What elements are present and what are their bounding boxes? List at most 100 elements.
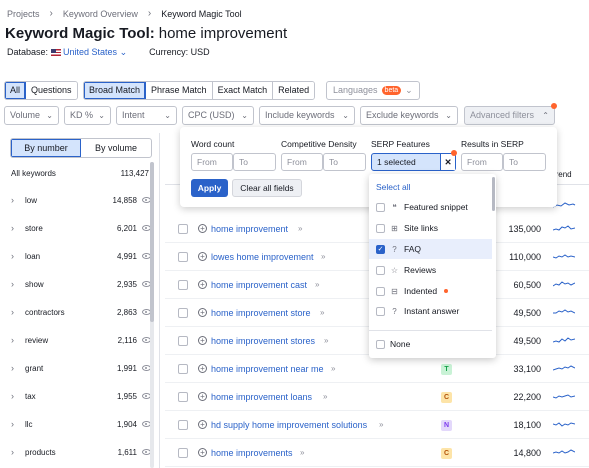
intent-filter[interactable]: Intent ⌄ [116, 106, 177, 125]
double-chevron-icon[interactable]: » [323, 392, 327, 401]
chevron-right-icon[interactable]: › [11, 251, 25, 261]
dropdown-scrollbar[interactable] [492, 177, 495, 211]
languages-dropdown[interactable]: Languages beta ⌄ [326, 81, 420, 100]
option-checkbox[interactable] [376, 265, 385, 275]
sidebar-item-llc[interactable]: › llc 1,904 [11, 418, 151, 430]
add-to-list-icon[interactable]: + [198, 224, 207, 233]
row-checkbox[interactable] [178, 448, 188, 458]
double-chevron-icon[interactable]: » [298, 224, 302, 233]
row-checkbox[interactable] [178, 224, 188, 234]
database-value[interactable]: United States [63, 47, 117, 57]
row-checkbox[interactable] [178, 308, 188, 318]
keyword-link[interactable]: lowes home improvement [211, 252, 314, 262]
exclude-keywords-filter[interactable]: Exclude keywords ⌄ [360, 106, 458, 125]
chevron-right-icon[interactable]: › [11, 223, 25, 233]
sidebar-item-tax[interactable]: › tax 1,955 [11, 390, 151, 402]
sidebar-item-products[interactable]: › products 1,611 [11, 446, 151, 458]
include-keywords-filter[interactable]: Include keywords ⌄ [259, 106, 355, 125]
volume-filter[interactable]: Volume ⌄ [4, 106, 59, 125]
advanced-filters-dropdown[interactable]: Advanced filters ⌃ [464, 106, 555, 125]
double-chevron-icon[interactable]: » [324, 336, 328, 345]
double-chevron-icon[interactable]: » [379, 420, 383, 429]
chevron-right-icon[interactable]: › [11, 419, 25, 429]
clear-selection-icon[interactable]: ✕ [440, 154, 455, 170]
option-checkbox[interactable] [376, 306, 385, 316]
option-checkbox[interactable] [376, 339, 385, 349]
keyword-link[interactable]: home improvement [211, 224, 288, 234]
add-to-list-icon[interactable]: + [198, 308, 207, 317]
sidebar-item-grant[interactable]: › grant 1,991 [11, 362, 151, 374]
chevron-right-icon[interactable]: › [11, 279, 25, 289]
sidebar-scrollbar-thumb[interactable] [150, 162, 154, 322]
keyword-link[interactable]: home improvement store [211, 308, 311, 318]
by-number-button[interactable]: By number [11, 139, 81, 157]
serp-option-reviews[interactable]: ☆ Reviews [369, 260, 492, 280]
add-to-list-icon[interactable]: + [198, 364, 207, 373]
row-checkbox[interactable] [178, 252, 188, 262]
sidebar-item-low[interactable]: › low 14,858 [11, 194, 151, 206]
cpc-filter[interactable]: CPC (USD) ⌄ [182, 106, 254, 125]
double-chevron-icon[interactable]: » [321, 252, 325, 261]
sidebar-item-review[interactable]: › review 2,116 [11, 334, 151, 346]
add-to-list-icon[interactable]: + [198, 392, 207, 401]
add-to-list-icon[interactable]: + [198, 280, 207, 289]
chevron-right-icon[interactable]: › [11, 335, 25, 345]
clear-all-fields-button[interactable]: Clear all fields [232, 179, 302, 197]
sidebar-item-loan[interactable]: › loan 4,991 [11, 250, 151, 262]
row-checkbox[interactable] [178, 336, 188, 346]
option-checkbox[interactable] [376, 223, 385, 233]
sidebar-item-contractors[interactable]: › contractors 2,863 [11, 306, 151, 318]
density-from-input[interactable]: From [281, 153, 323, 171]
word-count-to-input[interactable]: To [233, 153, 276, 171]
keyword-link[interactable]: home improvements [211, 448, 293, 458]
select-all-option[interactable]: Select all [369, 177, 492, 197]
tab-related[interactable]: Related [273, 82, 315, 99]
kd-filter[interactable]: KD % ⌄ [64, 106, 111, 125]
serp-option-none[interactable]: None [369, 334, 492, 354]
by-volume-button[interactable]: By volume [81, 139, 151, 157]
keyword-link[interactable]: home improvement cast [211, 280, 307, 290]
option-checkbox-checked[interactable]: ✓ [376, 244, 385, 254]
chevron-right-icon[interactable]: › [11, 307, 25, 317]
add-to-list-icon[interactable]: + [198, 448, 207, 457]
double-chevron-icon[interactable]: » [300, 448, 304, 457]
row-checkbox[interactable] [178, 364, 188, 374]
all-keywords-row[interactable]: All keywords 113,427 [11, 169, 149, 178]
chevron-right-icon[interactable]: › [11, 363, 25, 373]
serp-option-indented[interactable]: ⊟ Indented [369, 281, 492, 301]
keyword-link[interactable]: home improvement loans [211, 392, 312, 402]
sidebar-item-store[interactable]: › store 6,201 [11, 222, 151, 234]
keyword-link[interactable]: home improvement stores [211, 336, 315, 346]
double-chevron-icon[interactable]: » [331, 364, 335, 373]
tab-broad-match[interactable]: Broad Match [84, 82, 147, 99]
breadcrumb-keyword-overview[interactable]: Keyword Overview [63, 9, 138, 19]
apply-button[interactable]: Apply [191, 179, 228, 197]
double-chevron-icon[interactable]: » [320, 308, 324, 317]
add-to-list-icon[interactable]: + [198, 420, 207, 429]
row-checkbox[interactable] [178, 280, 188, 290]
density-to-input[interactable]: To [323, 153, 366, 171]
serp-features-select[interactable]: 1 selected ✕ [371, 153, 456, 171]
add-to-list-icon[interactable]: + [198, 336, 207, 345]
option-checkbox[interactable] [376, 202, 385, 212]
chevron-right-icon[interactable]: › [11, 195, 25, 205]
row-checkbox[interactable] [178, 392, 188, 402]
double-chevron-icon[interactable]: » [315, 280, 319, 289]
add-to-list-icon[interactable]: + [198, 252, 207, 261]
keyword-link[interactable]: hd supply home improvement solutions [211, 420, 367, 430]
serp-option-site-links[interactable]: ⊞ Site links [369, 218, 492, 238]
results-from-input[interactable]: From [461, 153, 503, 171]
tab-questions[interactable]: Questions [26, 82, 77, 99]
row-checkbox[interactable] [178, 420, 188, 430]
chevron-right-icon[interactable]: › [11, 391, 25, 401]
serp-option-instant-answer[interactable]: ? Instant answer [369, 301, 492, 321]
database-selector[interactable]: Database: United States ⌄ [7, 47, 127, 58]
tab-exact-match[interactable]: Exact Match [212, 82, 274, 99]
keyword-link[interactable]: home improvement near me [211, 364, 324, 374]
option-checkbox[interactable] [376, 286, 385, 296]
serp-option-faq[interactable]: ✓ ? FAQ [369, 239, 492, 259]
serp-option-featured-snippet[interactable]: ❝ Featured snippet [369, 197, 492, 217]
chevron-right-icon[interactable]: › [11, 447, 25, 457]
word-count-from-input[interactable]: From [191, 153, 233, 171]
tab-all[interactable]: All [5, 82, 27, 99]
